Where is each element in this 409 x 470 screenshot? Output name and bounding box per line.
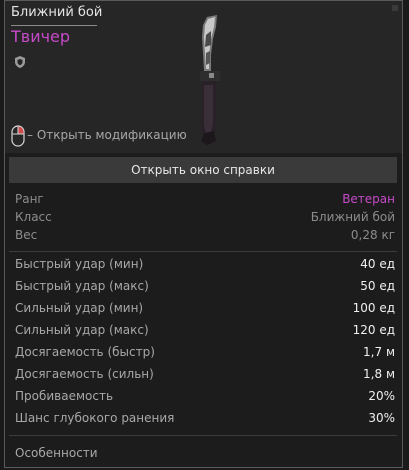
item-category: Ближний бой <box>11 5 103 20</box>
stat-label: Шанс глубокого ранения <box>15 411 175 425</box>
stat-label: Досягаемость (быстр) <box>15 345 155 359</box>
stat-value: 20% <box>368 389 395 403</box>
info-label: Класс <box>15 210 52 224</box>
stat-row: Сильный удар (мин) 100 ед <box>15 298 395 318</box>
open-modification-hint: – Открыть модификацию <box>27 128 187 142</box>
rank-value: Ветеран <box>342 192 395 206</box>
features-heading: Особенности <box>15 446 98 460</box>
divider <box>9 251 397 252</box>
stat-row: Быстрый удар (макс) 50 ед <box>15 276 395 296</box>
corner-marker <box>392 5 398 11</box>
stat-label: Досягаемость (сильн) <box>15 367 154 381</box>
stat-value: 1,7 м <box>363 345 395 359</box>
stat-label: Сильный удар (мин) <box>15 301 144 315</box>
stat-value: 100 ед <box>352 301 395 315</box>
stat-row: Быстрый удар (мин) 40 ед <box>15 254 395 274</box>
stat-row: Пробиваемость 20% <box>15 386 395 406</box>
stat-value: 1,8 м <box>363 367 395 381</box>
stat-row: Досягаемость (быстр) 1,7 м <box>15 342 395 362</box>
stat-value: 50 ед <box>360 279 395 293</box>
stat-row: Шанс глубокого ранения 30% <box>15 408 395 428</box>
stat-value: 40 ед <box>360 257 395 271</box>
stat-value: 120 ед <box>352 323 395 337</box>
knife-image <box>200 15 220 145</box>
item-header: Ближний бой Твичер – Открыть модификацию <box>5 1 402 153</box>
stat-row: Сильный удар (макс) 120 ед <box>15 320 395 340</box>
item-tooltip-panel: Ближний бой Твичер – Открыть модификацию… <box>4 0 403 468</box>
info-row-class: Класс Ближний бой <box>15 207 395 227</box>
stat-label: Сильный удар (макс) <box>15 323 149 337</box>
info-row-rank: Ранг Ветеран <box>15 189 395 209</box>
weight-value: 0,28 кг <box>350 228 395 242</box>
open-help-button[interactable]: Открыть окно справки <box>9 157 397 183</box>
info-label: Вес <box>15 228 38 242</box>
info-label: Ранг <box>15 192 44 206</box>
category-underline <box>11 25 97 26</box>
stat-label: Быстрый удар (макс) <box>15 279 149 293</box>
stat-row: Досягаемость (сильн) 1,8 м <box>15 364 395 384</box>
stat-value: 30% <box>368 411 395 425</box>
shield-icon <box>15 56 25 68</box>
stat-label: Пробиваемость <box>15 389 114 403</box>
info-row-weight: Вес 0,28 кг <box>15 225 395 245</box>
divider <box>9 435 397 436</box>
class-value: Ближний бой <box>310 210 395 224</box>
stat-label: Быстрый удар (мин) <box>15 257 144 271</box>
item-name: Твичер <box>11 27 71 46</box>
mouse-right-click-icon <box>11 125 25 147</box>
